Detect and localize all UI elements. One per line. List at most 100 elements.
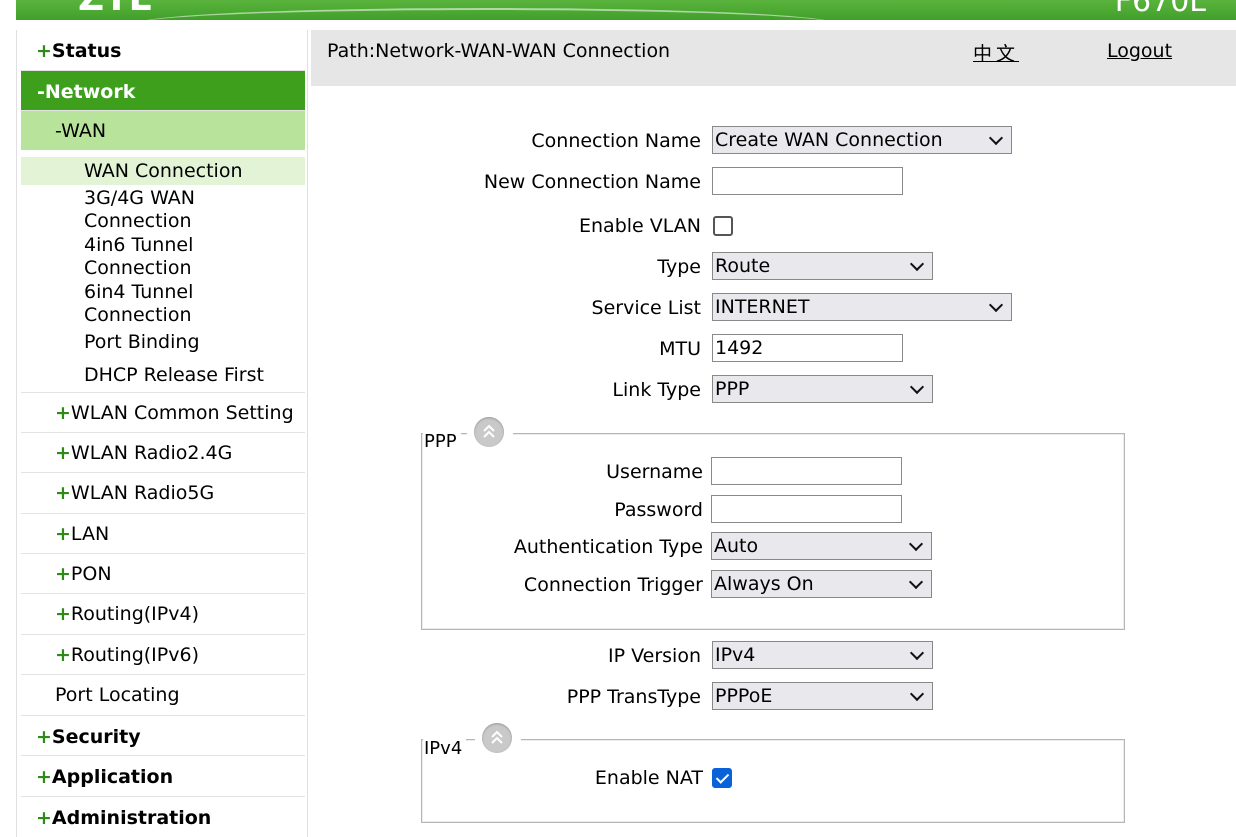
ip-version-label: IP Version [608,645,701,667]
sidebar-item-dhcp-release-first[interactable]: DHCP Release First [21,361,305,393]
sidebar-item-wlan-radio5[interactable]: +WLAN Radio5G [21,473,305,514]
expand-plus-icon: + [36,766,52,788]
ip-version-select[interactable]: IPv4 [712,641,933,669]
collapse-ppp-button[interactable] [474,417,504,447]
sidebar-item-6in4-tunnel[interactable]: 6in4 Tunnel Connection [21,281,305,328]
sidebar-item-port-locating[interactable]: Port Locating [21,675,305,716]
ppp-section-legend: PPP [423,431,461,452]
sidebar-item-label: Routing(IPv4) [70,603,199,625]
connection-trigger-label: Connection Trigger [523,574,703,596]
connection-trigger-select[interactable]: Always On [711,570,932,598]
expand-plus-icon: + [55,603,71,625]
new-connection-name-input[interactable] [712,167,903,195]
path-bar: Path:Network-WAN-WAN Connection 中文 Logou… [311,30,1236,86]
sidebar-item-label: Application [51,766,174,788]
sidebar-item-label: DHCP Release First [84,364,264,386]
ppp-transtype-select[interactable]: PPPoE [712,682,933,710]
sidebar-item-3g4g-wan[interactable]: 3G/4G WAN Connection [21,187,305,234]
enable-vlan-checkbox[interactable] [713,216,733,236]
ipv4-section [421,739,1125,823]
chevron-down-icon [909,379,925,395]
sidebar-item-label: Security [51,726,141,748]
chevron-down-icon [909,686,925,702]
sidebar-item-routing-ipv4[interactable]: +Routing(IPv4) [21,594,305,635]
expand-plus-icon: + [55,482,71,504]
sidebar-item-wlan-common[interactable]: +WLAN Common Setting [21,393,305,433]
enable-nat-label: Enable NAT [594,767,703,789]
sidebar-item-label: Port Locating [55,684,180,706]
sidebar-item-4in6-tunnel[interactable]: 4in6 Tunnel Connection [21,234,305,281]
sidebar-item-label: WLAN Radio5G [70,482,215,504]
sidebar-item-wan[interactable]: -WAN [21,111,305,150]
username-input[interactable] [711,457,902,485]
expand-plus-icon: + [36,807,52,829]
enable-nat-checkbox[interactable] [712,768,732,788]
sidebar-item-label: WAN Connection [84,160,243,182]
auth-type-value: Auto [714,535,759,557]
sidebar-item-administration[interactable]: +Administration [21,797,305,837]
sidebar-item-label: Routing(IPv6) [70,644,199,666]
mtu-input[interactable]: 1492 [712,334,903,362]
ipv4-section-legend: IPv4 [423,738,467,759]
expand-plus-icon: + [55,563,71,585]
auth-type-select[interactable]: Auto [711,532,932,560]
sidebar-item-label: 3G/4G WAN [84,187,196,209]
chevron-down-icon [908,536,924,552]
link-type-value: PPP [715,378,750,400]
sidebar-item-lan[interactable]: +LAN [21,514,305,554]
sidebar-item-label: WLAN Common Setting [70,402,294,424]
sidebar-item-label: LAN [70,523,110,545]
auth-type-label: Authentication Type [513,536,703,558]
collapse-ipv4-button[interactable] [482,723,512,753]
expand-plus-icon: + [55,442,71,464]
sidebar-item-application[interactable]: +Application [21,756,305,797]
type-value: Route [715,255,771,277]
type-select[interactable]: Route [712,252,933,280]
ip-version-value: IPv4 [715,644,756,666]
sidebar-item-label: Connection [84,257,192,279]
sidebar-item-security[interactable]: +Security [21,716,305,756]
chevron-down-icon [909,256,925,272]
expand-plus-icon: + [36,40,52,62]
sidebar-item-label: Connection [84,210,192,232]
sidebar-item-routing-ipv6[interactable]: +Routing(IPv6) [21,635,305,675]
sidebar-nav: +Status -Network -WAN WAN Connection 3G/… [16,30,308,837]
connection-trigger-value: Always On [714,573,814,595]
sidebar-item-wlan-radio24[interactable]: +WLAN Radio2.4G [21,433,305,473]
sidebar-item-label: Status [51,40,122,62]
double-chevron-up-icon [483,424,495,438]
chevron-down-icon [909,645,925,661]
sidebar-item-status[interactable]: +Status [21,30,305,71]
banner-swoosh [136,8,836,20]
connection-name-label: Connection Name [531,130,701,152]
language-switch-link[interactable]: 中文 [973,39,1019,66]
chevron-down-icon [988,297,1004,313]
sidebar-item-pon[interactable]: +PON [21,554,305,594]
sidebar-item-label: PON [70,563,112,585]
service-list-select[interactable]: INTERNET [712,293,1012,321]
double-chevron-up-icon [491,730,503,744]
link-type-label: Link Type [612,379,701,401]
mtu-label: MTU [659,338,701,360]
model-name: F670L [1114,0,1206,19]
service-list-value: INTERNET [715,296,810,318]
sidebar-item-wan-connection[interactable]: WAN Connection [21,157,305,185]
password-input[interactable] [711,495,902,523]
sidebar-item-label: 4in6 Tunnel [84,234,194,256]
ppp-transtype-label: PPP TransType [566,686,701,708]
sidebar-item-port-binding[interactable]: Port Binding [21,329,305,359]
password-label: Password [614,499,703,521]
link-type-select[interactable]: PPP [712,375,933,403]
logout-link[interactable]: Logout [1107,40,1172,62]
sidebar-item-label: 6in4 Tunnel [84,281,194,303]
connection-name-select[interactable]: Create WAN Connection [712,126,1012,154]
sidebar-item-label: Administration [51,807,212,829]
expand-plus-icon: + [55,644,71,666]
sidebar-item-label: WLAN Radio2.4G [70,442,233,464]
top-banner: ZTE F670L [16,0,1236,20]
sidebar-item-network[interactable]: -Network [21,71,305,111]
service-list-label: Service List [591,297,701,319]
type-label: Type [657,256,701,278]
enable-vlan-label: Enable VLAN [579,215,701,237]
new-connection-name-label: New Connection Name [483,171,701,193]
